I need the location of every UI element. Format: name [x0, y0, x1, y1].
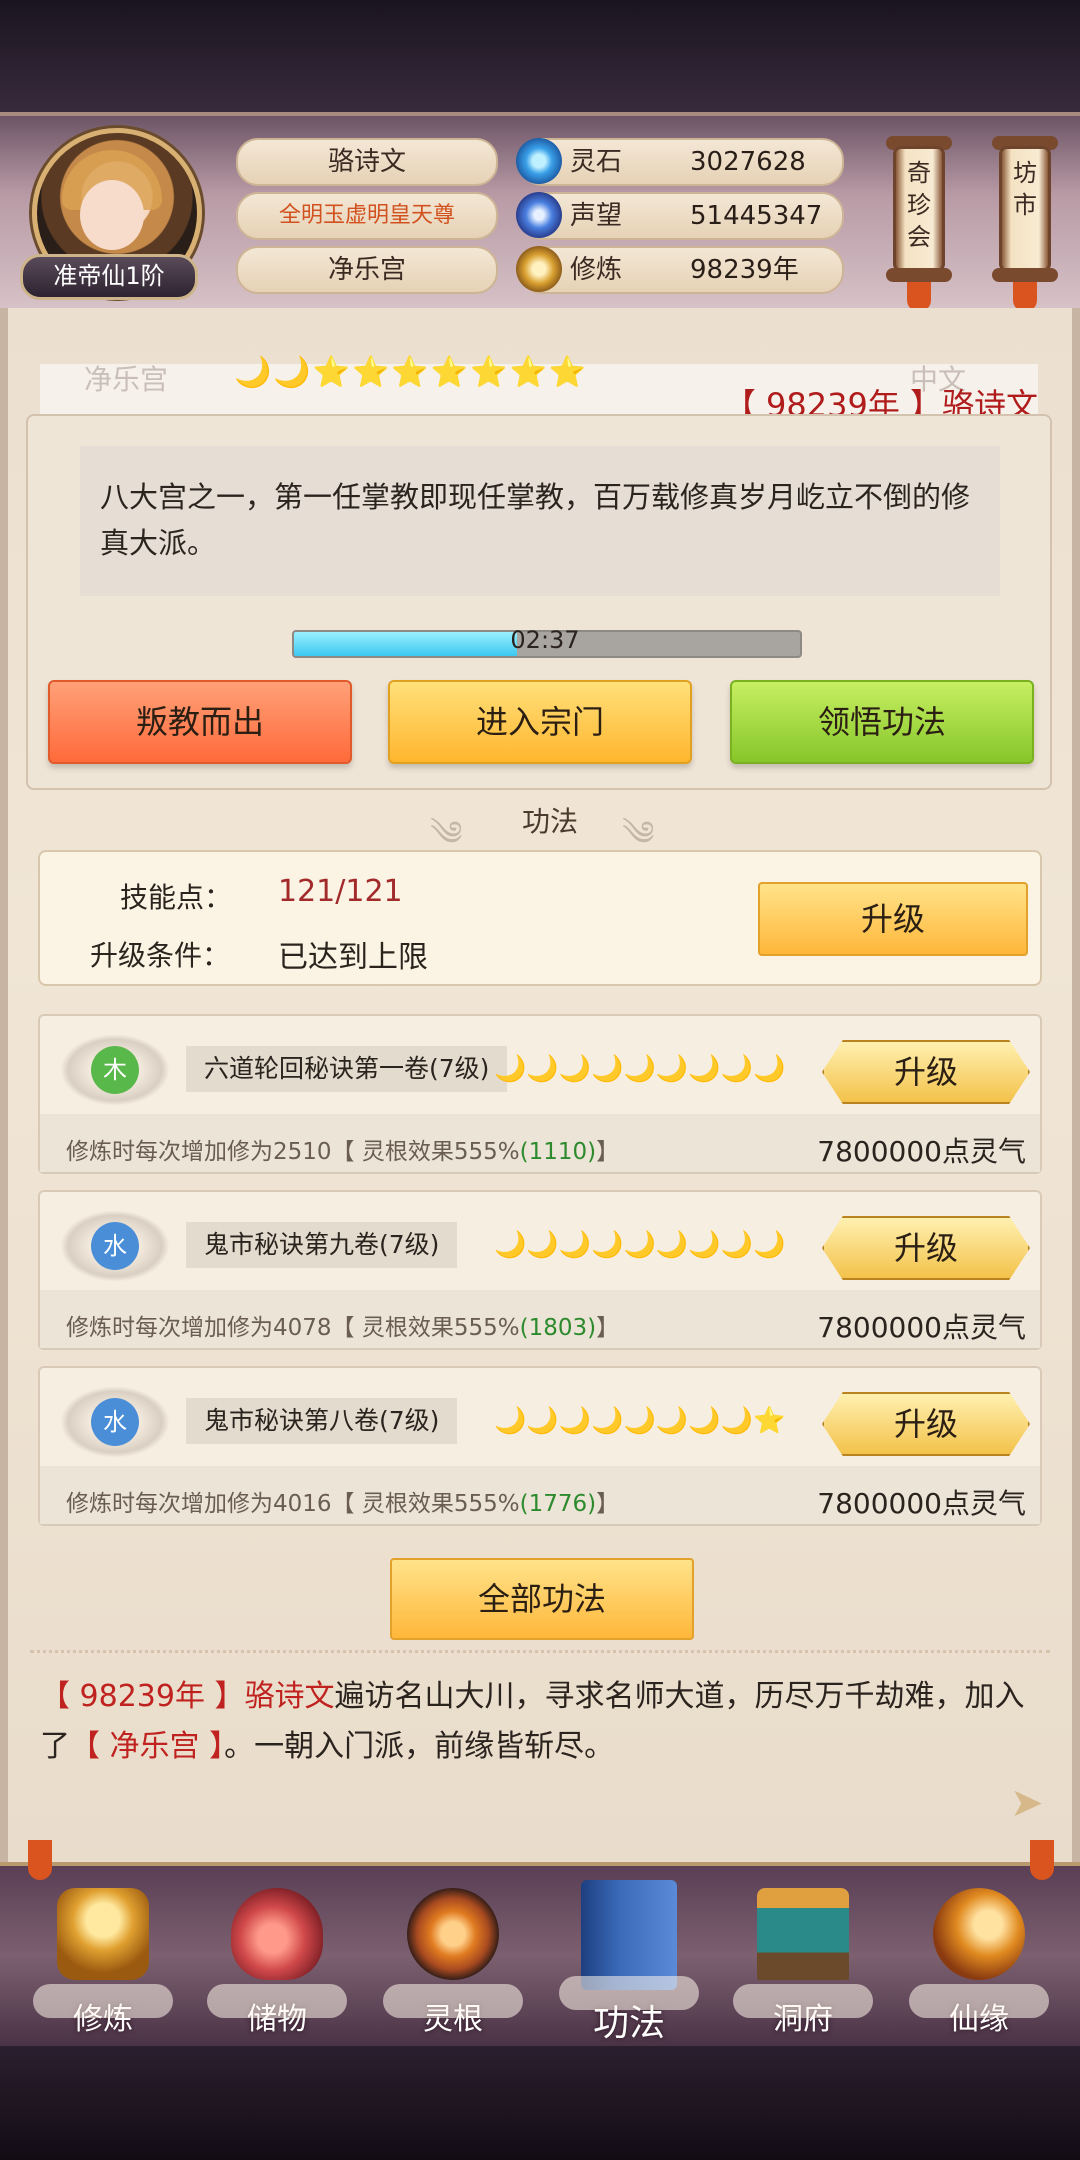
player-title[interactable]: 全明玉虚明皇天尊	[236, 192, 498, 240]
skill-points-label: 技能点：	[120, 881, 233, 914]
treasure-bag-icon	[231, 1888, 323, 1980]
gongfa-section-title: 功法	[521, 805, 578, 838]
nav-cloud	[733, 1984, 873, 2018]
nav-cultivate[interactable]: 修炼	[28, 1878, 178, 2048]
technique-cost: 7800000点灵气	[817, 1135, 1026, 1168]
tassel	[1030, 1840, 1054, 1880]
nav-cloud	[383, 1984, 523, 2018]
gourd-icon	[933, 1888, 1025, 1980]
nav-cloud	[909, 1984, 1049, 2018]
technique-name: 鬼市秘诀第九卷(7级)	[186, 1222, 458, 1268]
upgrade-condition-value: 已达到上限	[278, 940, 428, 975]
technique-effect: 修炼时每次增加修为4078【 灵根效果555%(1803)】	[66, 1315, 620, 1341]
technique-name: 鬼市秘诀第八卷(7级)	[186, 1398, 458, 1444]
meditation-icon	[516, 246, 562, 292]
market-button[interactable]: 坊市	[999, 146, 1051, 272]
sect-name-faded: 净乐宫	[84, 363, 169, 396]
nav-cloud	[33, 1984, 173, 2018]
learn-technique-button[interactable]: 领悟功法	[730, 680, 1034, 764]
sect-rating-moons: 🌙🌙⭐⭐⭐⭐⭐⭐⭐	[234, 355, 589, 390]
resource-reputation: 声望 51445347	[516, 192, 844, 240]
enter-sect-button[interactable]: 进入宗门	[388, 680, 692, 764]
technique-effect: 修炼时每次增加修为4016【 灵根效果555%(1776)】	[66, 1491, 620, 1517]
technique-upgrade-button[interactable]: 升级	[822, 1392, 1030, 1456]
technique-level-moons: 🌙🌙🌙🌙🌙🌙🌙🌙🌙	[494, 1054, 786, 1084]
spirit-root-icon	[407, 1888, 499, 1980]
bottom-band	[0, 2040, 1080, 2160]
nav-cave-mansion[interactable]: 洞府	[728, 1878, 878, 2048]
player-sect: 净乐宫	[236, 246, 498, 294]
skill-points-value: 121/121	[278, 874, 403, 909]
nav-spirit-root[interactable]: 灵根	[378, 1878, 528, 2048]
tassel	[28, 1840, 52, 1880]
technique-cost: 7800000点灵气	[817, 1487, 1026, 1520]
sect-description: 八大宫之一，第一任掌教即现任掌教，百万载修真岁月屹立不倒的修真大派。	[80, 446, 1000, 596]
upgrade-skill-button[interactable]: 升级	[758, 882, 1028, 956]
resource-cultivation: 修炼 98239年	[516, 246, 844, 294]
nav-immortal-fate[interactable]: 仙缘	[904, 1878, 1054, 2048]
nav-cloud	[207, 1984, 347, 2018]
rank-badge: 准帝仙1阶	[20, 254, 198, 300]
technique-name: 六道轮回秘诀第一卷(7级)	[186, 1046, 508, 1092]
wood-element-icon: 木	[91, 1046, 139, 1094]
all-techniques-button[interactable]: 全部功法	[390, 1558, 694, 1640]
timer-text: 02:37	[510, 626, 580, 654]
ornament-divider	[30, 1650, 1050, 1663]
upgrade-condition-label: 升级条件：	[90, 939, 231, 972]
top-status-band	[0, 0, 1080, 120]
water-element-icon: 水	[91, 1222, 139, 1270]
avatar-face	[80, 180, 144, 250]
technique-cost: 7800000点灵气	[817, 1311, 1026, 1344]
water-element-icon: 水	[91, 1398, 139, 1446]
technique-upgrade-button[interactable]: 升级	[822, 1216, 1030, 1280]
defect-sect-button[interactable]: 叛教而出	[48, 680, 352, 764]
nav-cloud	[559, 1976, 699, 2010]
spirit-stone-icon	[516, 138, 562, 184]
rare-treasure-button[interactable]: 奇珍会	[893, 146, 945, 272]
player-name: 骆诗文	[236, 138, 498, 186]
next-arrow-icon[interactable]: ➤	[1010, 1780, 1044, 1826]
technique-upgrade-button[interactable]: 升级	[822, 1040, 1030, 1104]
scroll-cap	[992, 268, 1058, 282]
resource-spirit-stone: 灵石 3027628	[516, 138, 844, 186]
technique-book-icon	[581, 1880, 677, 1990]
nav-storage[interactable]: 储物	[202, 1878, 352, 2048]
technique-level-moons: 🌙🌙🌙🌙🌙🌙🌙🌙⭐	[494, 1406, 786, 1436]
technique-level-moons: 🌙🌙🌙🌙🌙🌙🌙🌙🌙	[494, 1230, 786, 1260]
technique-effect: 修炼时每次增加修为2510【 灵根效果555%(1110)】	[66, 1139, 620, 1165]
story-text: 【 98239年 】骆诗文遍访名山大川，寻求名师大道，历尽万千劫难，加入了【 净…	[40, 1679, 1025, 1764]
scroll-cap	[886, 268, 952, 282]
nav-technique[interactable]: 功法	[554, 1870, 704, 2044]
cave-mansion-icon	[757, 1888, 849, 1980]
reputation-crystal-icon	[516, 192, 562, 238]
meditating-monk-icon	[57, 1888, 149, 1980]
